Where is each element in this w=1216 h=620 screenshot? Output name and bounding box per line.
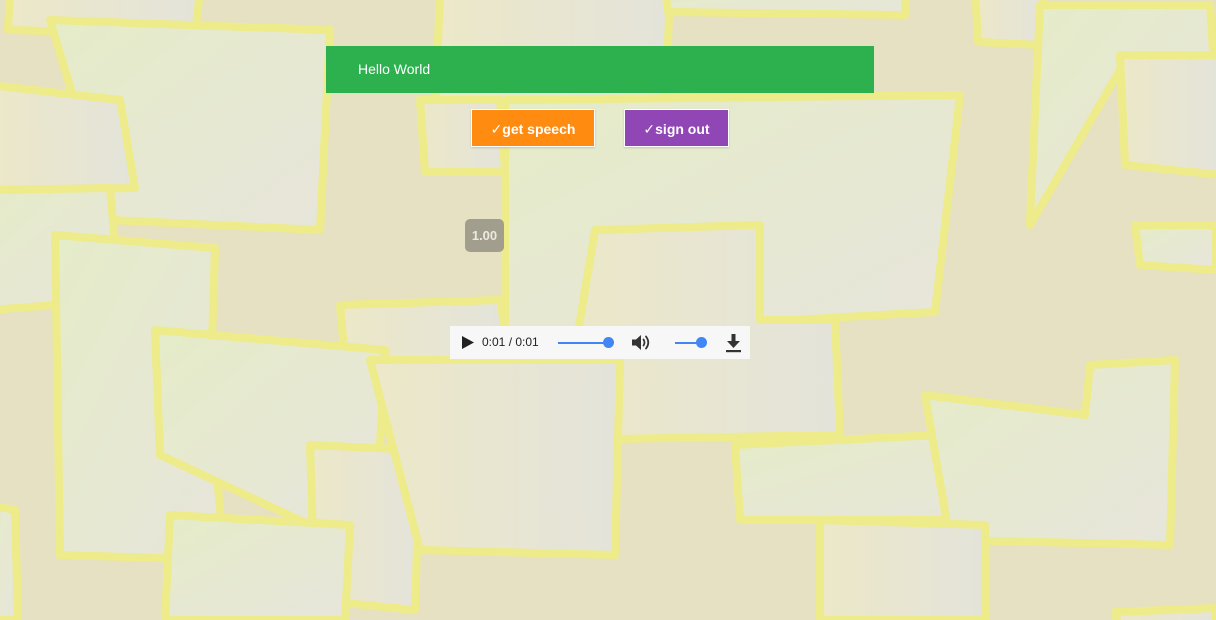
get-speech-button[interactable]: ✓get speech [471,109,595,147]
rate-value: 1.00 [471,228,498,243]
play-icon[interactable] [459,334,477,351]
volume-icon[interactable] [630,333,652,352]
seek-slider[interactable] [558,336,614,349]
sign-out-button[interactable]: ✓sign out [624,109,729,147]
audio-player: 0:01 / 0:01 [450,326,750,359]
sticky-notes-background [0,0,1216,620]
seek-track [558,342,609,344]
download-icon[interactable] [724,333,743,353]
banner-title: Hello World [358,61,431,77]
volume-thumb[interactable] [696,337,707,348]
volume-slider[interactable] [675,336,707,349]
seek-thumb[interactable] [603,337,614,348]
rate-badge: 1.00 [465,219,504,252]
audio-time: 0:01 / 0:01 [482,335,539,349]
page-background: Hello World ✓get speech ✓sign out 1.00 0… [0,0,1216,620]
hello-banner: Hello World [326,46,874,93]
